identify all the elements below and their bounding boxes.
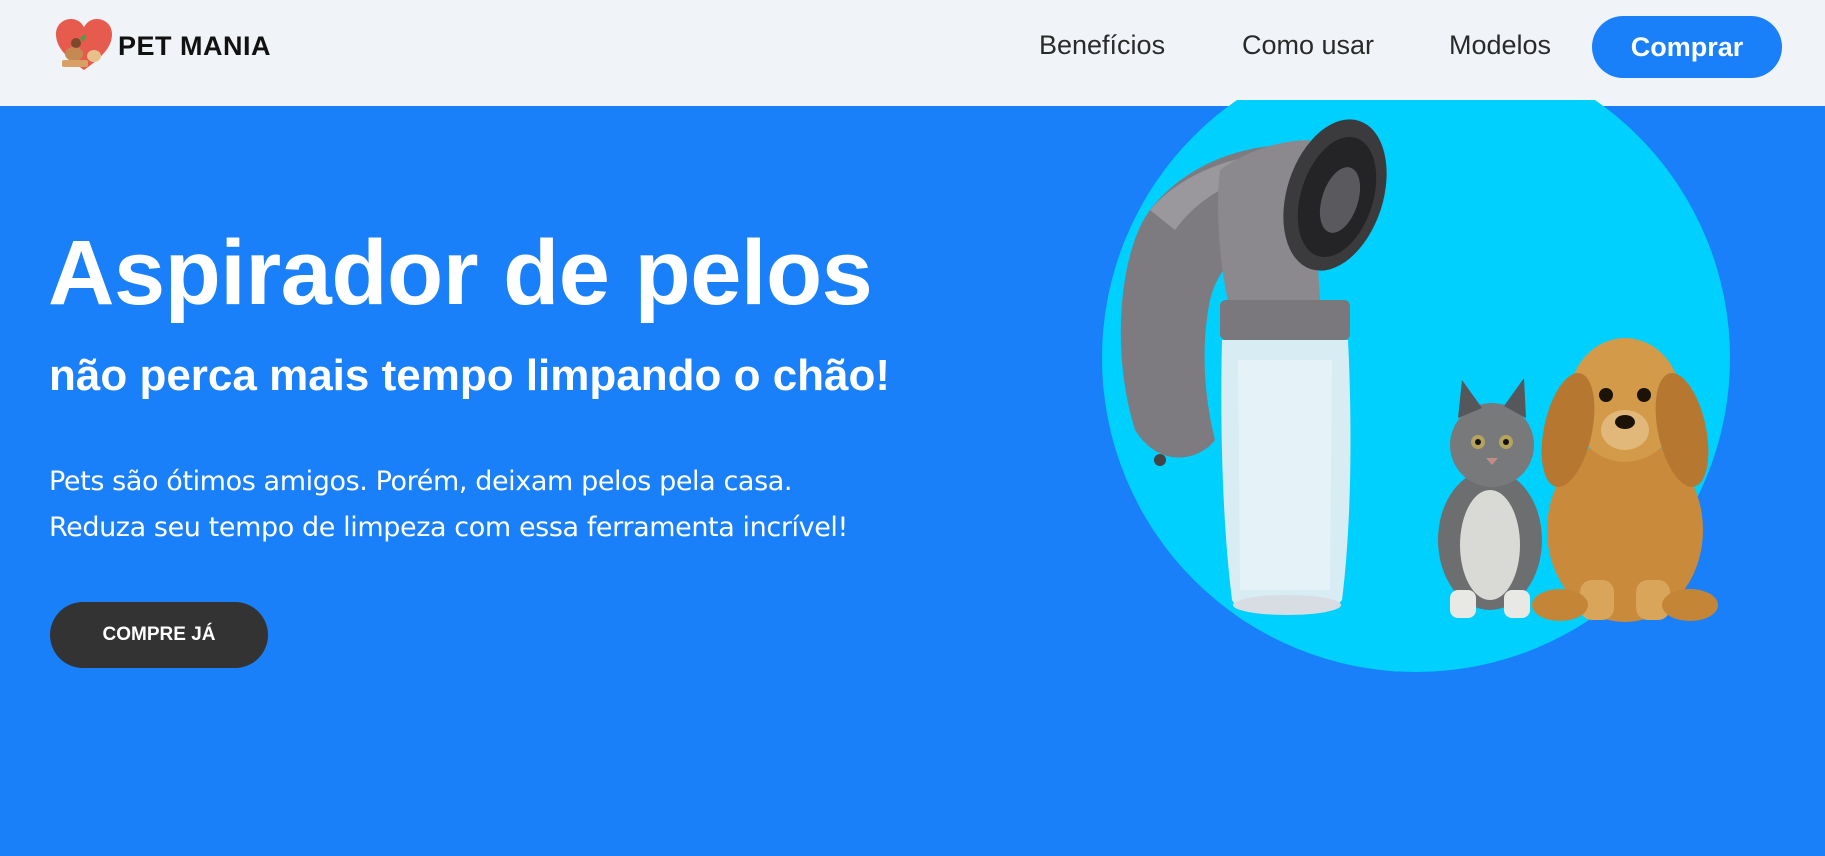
hero-description: Pets são ótimos amigos. Porém, deixam pe… [49,459,848,551]
nav-link-como-usar[interactable]: Como usar [1242,28,1374,62]
pet-heart-logo-icon [54,16,114,76]
brand-logo-link[interactable]: PET MANIA [54,14,274,78]
nav-link-modelos[interactable]: Modelos [1449,28,1551,62]
hero-title: Aspirador de pelos [48,222,873,324]
top-navigation-bar: PET MANIA Benefícios Como usar Modelos C… [0,0,1825,106]
nav-link-beneficios[interactable]: Benefícios [1039,28,1165,62]
hero-product-image [1090,44,1740,680]
hero-description-line-2: Reduza seu tempo de limpeza com essa fer… [49,512,848,543]
comprar-button[interactable]: Comprar [1592,16,1782,78]
brand-name: PET MANIA [118,30,271,61]
hero-description-line-1: Pets são ótimos amigos. Porém, deixam pe… [49,466,793,497]
compre-ja-button[interactable]: COMPRE JÁ [50,602,268,668]
hero-subtitle: não perca mais tempo limpando o chão! [49,351,891,400]
